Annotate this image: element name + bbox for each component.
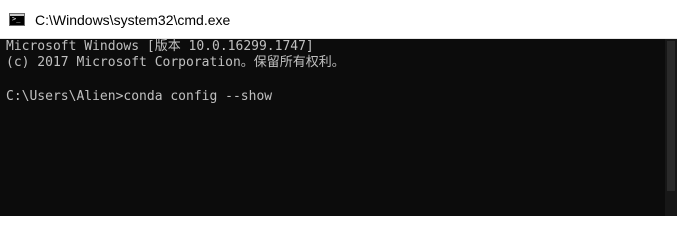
window-title: C:\Windows\system32\cmd.exe — [35, 12, 231, 28]
vertical-scrollbar[interactable] — [665, 39, 677, 216]
console-line-command: C:\Users\Alien>conda config --show — [6, 89, 273, 104]
prompt-glyph: >_ — [12, 15, 21, 23]
cmd-window: >_ C:\Windows\system32\cmd.exe Microsoft… — [0, 0, 677, 216]
scrollbar-thumb[interactable] — [667, 41, 675, 191]
title-bar[interactable]: >_ C:\Windows\system32\cmd.exe — [0, 0, 677, 39]
console-line-version: Microsoft Windows [版本 10.0.16299.1747] — [6, 39, 314, 54]
console-line-copyright: (c) 2017 Microsoft Corporation。保留所有权利。 — [6, 55, 345, 70]
console-output[interactable]: Microsoft Windows [版本 10.0.16299.1747] (… — [0, 39, 665, 216]
cmd-prompt-icon: >_ — [9, 13, 25, 26]
